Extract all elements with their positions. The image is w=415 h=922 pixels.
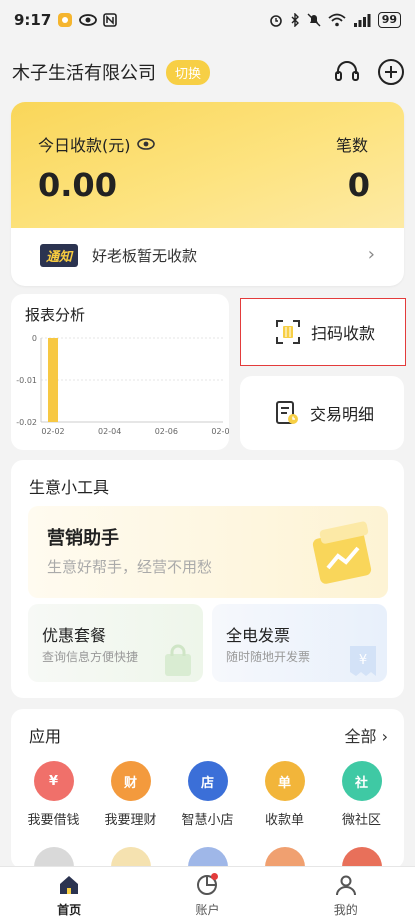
x-tick-label: 02-02 <box>41 427 64 436</box>
scan-label: 扫码收款 <box>311 324 376 343</box>
app-receipt[interactable]: 单收款单 <box>248 761 322 828</box>
company-name: 木子生活有限公司 <box>12 63 156 84</box>
x-tick-label: 02-06 <box>155 427 178 436</box>
apps-grid: ¥ 我要借钱财我要理财店智慧小店单收款单社微社区 <box>11 761 404 828</box>
transaction-detail-button[interactable]: 交易明细 <box>240 376 404 450</box>
document-clock-icon <box>276 401 298 424</box>
marketing-title: 营销助手 <box>47 528 119 549</box>
apps-title: 应用 <box>29 727 62 746</box>
tab-profile-label: 我的 <box>333 903 358 917</box>
income-card: 今日收款(元) 笔数 0.00 0 通知 好老板暂无收款 › <box>11 102 404 286</box>
apps-all-label: 全部 <box>344 727 377 746</box>
income-title-row: 今日收款(元) <box>38 132 155 156</box>
status-time: 9:17 <box>14 11 52 29</box>
eye-toggle-icon[interactable] <box>136 138 155 150</box>
person-icon <box>335 875 356 896</box>
app-finance[interactable]: 财我要理财 <box>94 761 168 828</box>
battery-level: 99 <box>377 12 401 28</box>
app-community[interactable]: 社微社区 <box>325 761 399 828</box>
loan-icon: ¥ <box>33 761 74 801</box>
tab-account[interactable]: 账户 <box>167 867 247 922</box>
tools-title: 生意小工具 <box>29 478 110 497</box>
chevron-right-icon: › <box>367 244 375 265</box>
scan-icon <box>276 320 300 344</box>
report-chart: 0 -0.01 -0.02 02-02 02-04 02-06 02-08 <box>16 334 229 436</box>
detail-label: 交易明细 <box>310 405 375 424</box>
home-icon <box>60 876 79 894</box>
switch-company-button[interactable]: 切换 <box>166 59 211 85</box>
app-label: 智慧小店 <box>181 813 234 828</box>
apps-all-link[interactable]: 全部 › <box>345 723 389 747</box>
business-tools-card: 生意小工具 营销助手 生意好帮手，经营不用愁 优惠套餐 查询信息方便快捷 全电发… <box>11 460 404 698</box>
income-amount: 0.00 <box>38 166 117 204</box>
marketing-chart-icon <box>312 521 372 584</box>
store-icon: 店 <box>187 761 228 801</box>
app-label: 我要理财 <box>104 813 157 828</box>
tab-home[interactable]: 首页 <box>29 867 109 922</box>
alarm-icon <box>269 15 282 27</box>
eye-status-icon <box>79 14 98 26</box>
finance-icon: 财 <box>110 761 151 801</box>
notice-text: 好老板暂无收款 <box>92 246 198 265</box>
e-invoice-title: 全电发票 <box>226 626 291 645</box>
e-invoice-desc: 随时随地开发票 <box>226 650 311 664</box>
app-label: 我要借钱 <box>27 813 80 828</box>
bottom-tab-bar: 首页 账户 我的 <box>0 866 415 922</box>
scan-to-collect-button[interactable]: 扫码收款 <box>240 298 406 366</box>
x-tick-label: 02-08 <box>211 427 229 436</box>
app-loan[interactable]: ¥ 我要借钱 <box>17 761 91 828</box>
tab-home-label: 首页 <box>57 903 82 917</box>
y-tick-label: 0 <box>32 334 37 343</box>
wifi-icon <box>328 13 346 27</box>
income-title: 今日收款(元) <box>38 136 131 155</box>
add-circle-icon[interactable] <box>377 58 405 86</box>
x-tick-label: 02-04 <box>98 427 121 436</box>
signal-icon <box>353 14 371 27</box>
community-icon: 社 <box>341 761 382 801</box>
tab-profile[interactable]: 我的 <box>306 867 386 922</box>
marketing-subtitle: 生意好帮手，经营不用愁 <box>47 558 213 576</box>
bluetooth-icon <box>291 13 299 27</box>
notification-app-icon <box>58 13 73 27</box>
transaction-count: 0 <box>347 166 370 204</box>
e-invoice-card[interactable]: 全电发票 随时随地开发票 ¥ <box>212 604 387 682</box>
status-bar: 9:17 99 <box>0 0 415 40</box>
report-analysis-card[interactable]: 报表分析 0 -0.01 -0.02 02-02 02-04 02-06 02-08 <box>11 294 229 450</box>
count-label: 笔数 <box>335 136 368 155</box>
shopping-bag-icon <box>165 644 191 676</box>
discount-package-desc: 查询信息方便快捷 <box>42 650 139 664</box>
report-title: 报表分析 <box>25 306 86 324</box>
svg-text:¥: ¥ <box>359 653 367 668</box>
tab-account-label: 账户 <box>195 903 220 917</box>
y-tick-label: -0.01 <box>16 376 37 385</box>
app-header: 木子生活有限公司 切换 <box>0 50 415 94</box>
discount-package-title: 优惠套餐 <box>42 626 107 645</box>
y-tick-label: -0.02 <box>16 418 37 427</box>
app-store[interactable]: 店智慧小店 <box>171 761 245 828</box>
receipt-icon: 单 <box>264 761 305 801</box>
nfc-icon <box>103 13 118 27</box>
notice-bar[interactable]: 通知 好老板暂无收款 › <box>22 230 393 280</box>
applications-card: 应用 全部 › ¥ 我要借钱财我要理财店智慧小店单收款单社微社区 <box>11 709 404 869</box>
app-label: 微社区 <box>341 813 381 828</box>
customer-service-icon[interactable] <box>333 58 361 86</box>
marketing-assistant-banner[interactable]: 营销助手 生意好帮手，经营不用愁 <box>28 506 388 598</box>
invoice-icon: ¥ <box>350 646 376 676</box>
discount-package-card[interactable]: 优惠套餐 查询信息方便快捷 <box>28 604 203 682</box>
mute-icon <box>307 13 321 27</box>
notice-badge: 通知 <box>40 243 79 267</box>
app-label: 收款单 <box>264 813 304 828</box>
chart-bar <box>48 338 58 422</box>
